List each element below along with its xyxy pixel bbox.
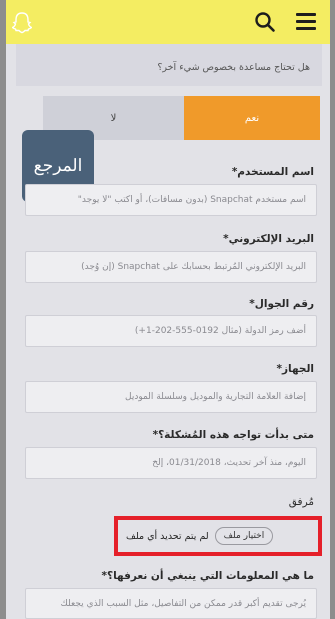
menu-icon[interactable]	[296, 13, 318, 31]
help-question: هل تحتاج مساعدة بخصوص شيء آخر؟	[16, 44, 322, 86]
watermark-text: المرجع	[33, 156, 83, 176]
attachment-highlight: اختيار ملف لم يتم تحديد أي ملف	[114, 516, 322, 556]
help-question-text: هل تحتاج مساعدة بخصوص شيء آخر؟	[157, 62, 310, 73]
issue-start-input[interactable]: اليوم، منذ آخر تحديث، 01/31/2018، إلخ	[25, 447, 317, 479]
more-info-label: ما هي المعلومات التي ينبغي أن نعرفها؟*	[101, 570, 314, 582]
email-label: البريد الإلكتروني*	[223, 233, 314, 245]
phone-input[interactable]: أضف رمز الدولة (مثال 0192-555-202-1+)	[25, 315, 317, 347]
attachment-label: مُرفق	[288, 496, 314, 508]
screen: هل تحتاج مساعدة بخصوص شيء آخر؟ لا نعم ال…	[6, 0, 330, 619]
file-status-text: لم يتم تحديد أي ملف	[126, 530, 209, 542]
issue-start-label: متى بدأت تواجه هذه المُشكلة؟*	[152, 429, 314, 441]
device-label: الجهاز*	[276, 363, 314, 375]
yes-option[interactable]: نعم	[184, 96, 320, 140]
username-label: اسم المستخدم*	[231, 166, 314, 178]
more-info-input[interactable]: يُرجى تقديم أكبر قدر ممكن من التفاصيل، م…	[25, 588, 317, 619]
search-icon[interactable]	[254, 11, 276, 33]
snapchat-ghost-icon[interactable]	[11, 12, 33, 34]
header-bar	[6, 0, 330, 44]
choose-file-button[interactable]: اختيار ملف	[214, 527, 274, 545]
email-input[interactable]: البريد الإلكتروني المُرتبط بحسابك على Sn…	[25, 251, 317, 283]
username-input[interactable]: اسم مستخدم Snapchat (بدون مسافات)، أو اك…	[25, 184, 317, 216]
device-input[interactable]: إضافة العلامة التجارية والموديل وسلسلة ا…	[25, 381, 317, 413]
phone-label: رقم الجوال*	[249, 298, 314, 310]
